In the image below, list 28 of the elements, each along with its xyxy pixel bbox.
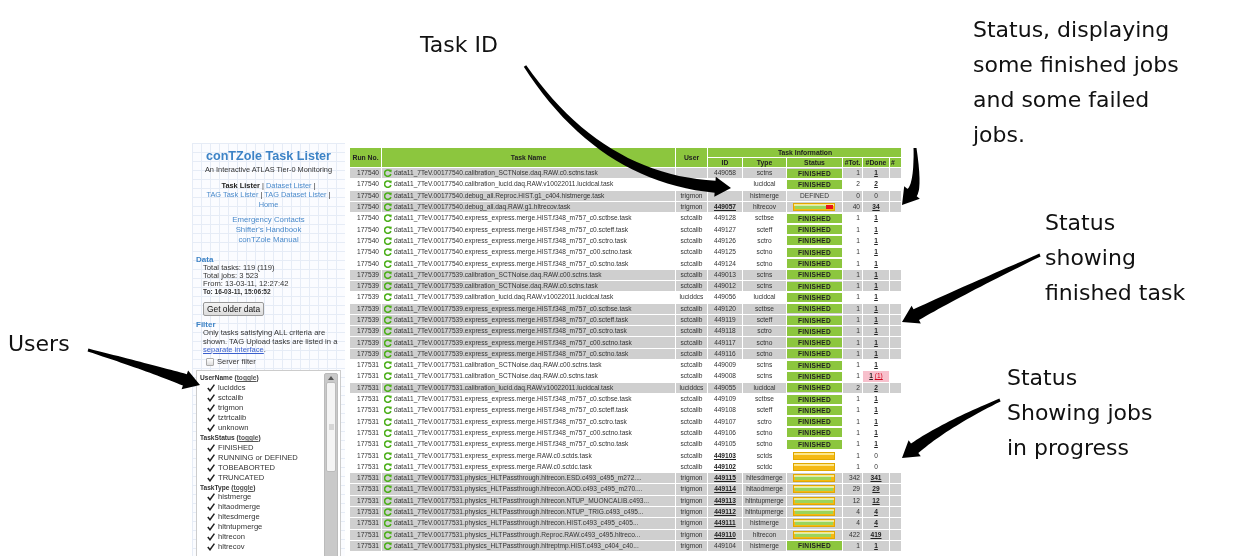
callout-label: Users <box>8 330 70 358</box>
get-older-data-button[interactable]: Get older data <box>203 302 265 317</box>
checkbox[interactable] <box>207 513 215 522</box>
callout-label: Status Showing jobs in progress <box>1007 364 1153 462</box>
pointer-arrow <box>902 147 920 205</box>
checkbox[interactable] <box>207 443 215 452</box>
checkbox[interactable] <box>207 383 215 392</box>
checkbox[interactable] <box>207 423 215 432</box>
callout-label: Status, displaying some finished jobs and some failed jobs. <box>973 16 1179 149</box>
checkbox[interactable] <box>207 403 215 412</box>
checkbox[interactable] <box>207 393 215 402</box>
section-heading: Filter <box>196 320 216 330</box>
section-heading: Data <box>196 254 214 264</box>
checkbox[interactable] <box>207 413 215 422</box>
checkbox[interactable] <box>207 523 215 532</box>
checkbox[interactable] <box>207 463 215 472</box>
scrollbar[interactable] <box>324 373 338 556</box>
checkbox[interactable] <box>207 543 215 552</box>
checkbox[interactable] <box>207 453 215 462</box>
checkbox[interactable] <box>207 503 215 512</box>
callout-label: Status showing finished task <box>1045 209 1186 307</box>
callout-label: Task ID <box>420 31 498 59</box>
grip-icon <box>328 424 334 431</box>
checkbox[interactable] <box>207 533 215 542</box>
checkbox[interactable] <box>207 493 215 502</box>
checkbox[interactable] <box>207 473 215 482</box>
app-title: conTZole Task Lister <box>205 149 331 163</box>
checkbox[interactable] <box>206 358 214 367</box>
